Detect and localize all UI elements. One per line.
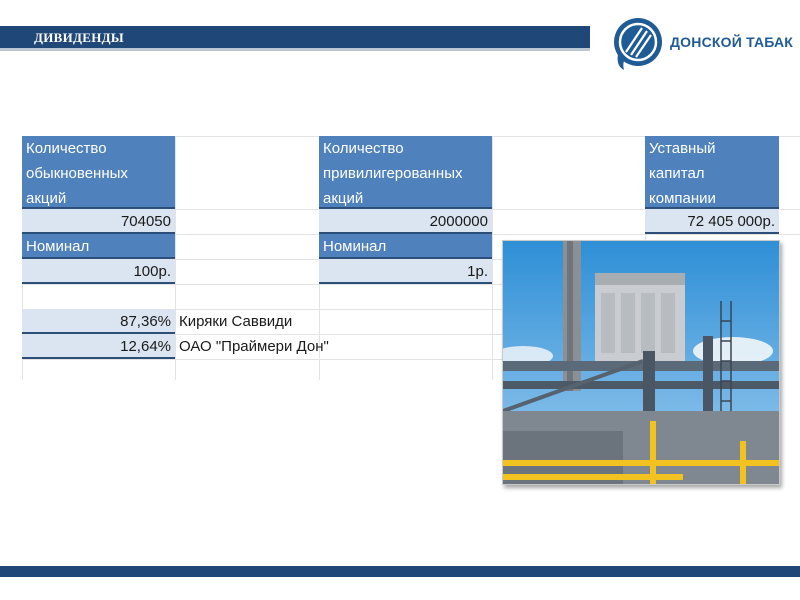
- shareholder-2-name: ОАО "Праймери Дон": [179, 338, 329, 355]
- ordinary-nominal-value: 100р.: [22, 259, 175, 284]
- shareholder-2-share: 12,64%: [22, 334, 175, 359]
- capital-label: Уставный капитал компании: [645, 136, 779, 209]
- title-bar: ДИВИДЕНДЫ: [0, 26, 590, 51]
- page-title: ДИВИДЕНДЫ: [34, 30, 124, 45]
- preferred-nominal-label: Номинал: [319, 234, 492, 259]
- preferred-shares-value: 2000000: [319, 209, 492, 234]
- logo-emblem-icon: [614, 18, 662, 70]
- preferred-nominal-value: 1р.: [319, 259, 492, 284]
- ordinary-nominal-label: Номинал: [22, 234, 175, 259]
- industrial-equipment-photo: [502, 240, 780, 485]
- shareholder-1-name: Киряки Саввиди: [179, 313, 293, 330]
- preferred-shares-label: Количество привилигерованных акций: [319, 136, 492, 209]
- logo-text: ДОНСКОЙ ТАБАК: [670, 34, 794, 50]
- ordinary-shares-value: 704050: [22, 209, 175, 234]
- capital-value: 72 405 000р.: [645, 209, 779, 234]
- footer-bar: [0, 566, 800, 577]
- photo-illustration: [503, 241, 779, 484]
- ordinary-shares-label: Количество обыкновенных акций: [22, 136, 175, 209]
- company-logo: ДОНСКОЙ ТАБАК: [612, 14, 794, 74]
- shareholder-1-share: 87,36%: [22, 309, 175, 334]
